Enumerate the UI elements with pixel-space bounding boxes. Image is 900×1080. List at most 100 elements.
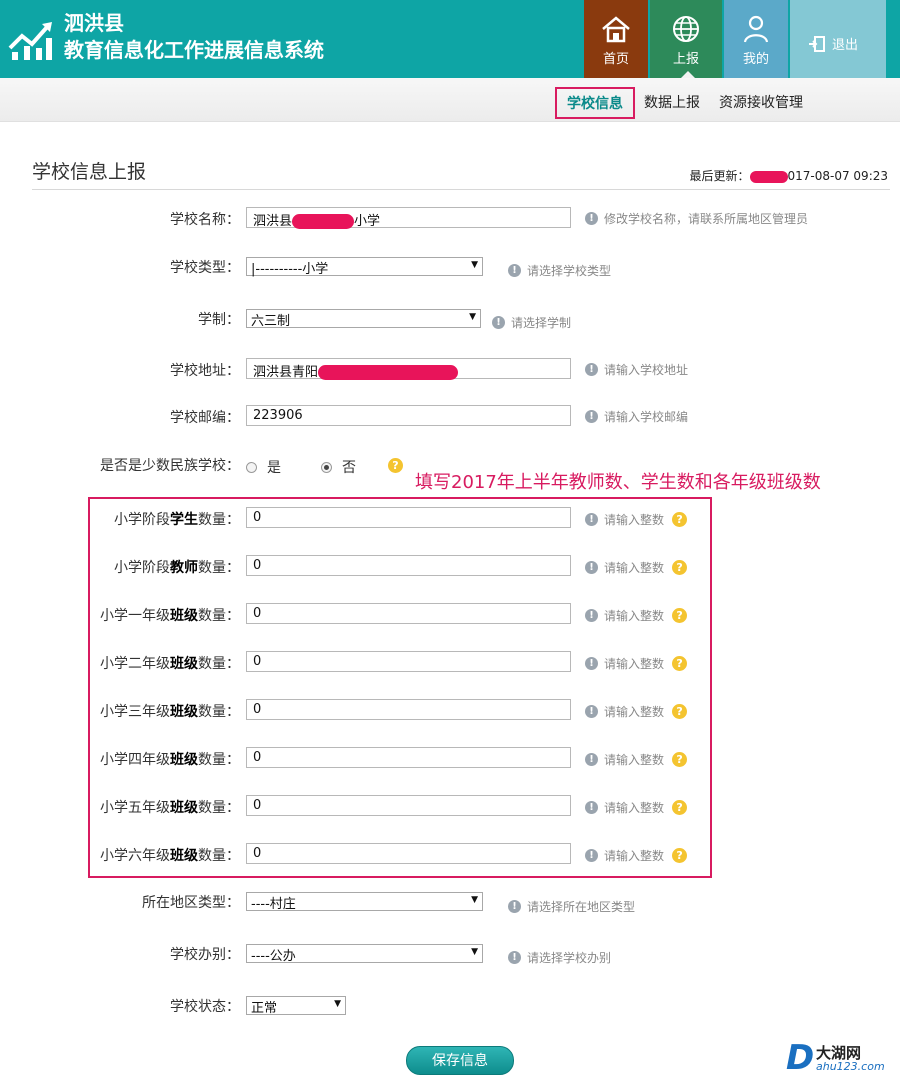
count-input[interactable]: 0 xyxy=(246,555,571,576)
info-icon: ! xyxy=(492,316,505,329)
count-row-label: 小学六年级班级数量： xyxy=(80,845,240,865)
info-icon: ! xyxy=(585,363,598,376)
help-icon[interactable]: ? xyxy=(672,848,688,863)
sub-navigation: 学校信息 数据上报 资源接收管理 xyxy=(0,78,900,122)
school-operation-hint-text: 请选择学校办别 xyxy=(527,951,612,965)
school-type-select[interactable]: |----------小学 ▼ xyxy=(246,257,483,277)
last-update: 最后更新： 017-08-07 09:23 xyxy=(689,167,888,184)
redaction-mark xyxy=(318,365,459,380)
help-icon[interactable]: ? xyxy=(672,704,688,719)
school-zip-hint-text: 请输入学校邮编 xyxy=(604,410,689,424)
count-row-label-keyword: 班级 xyxy=(170,848,198,864)
count-input[interactable]: 0 xyxy=(246,603,571,624)
watermark-letter: D xyxy=(786,1038,815,1078)
school-status-value: 正常 xyxy=(251,1001,278,1016)
info-icon: ! xyxy=(585,410,598,423)
site-title-line1: 泗洪县 xyxy=(64,11,124,35)
school-address-label: 学校地址： xyxy=(170,363,240,379)
nav-home-button[interactable]: 首页 xyxy=(584,0,648,78)
school-name-input[interactable]: 泗洪县 小学 xyxy=(246,207,571,229)
save-button[interactable]: 保存信息 xyxy=(406,1046,514,1075)
count-input[interactable]: 0 xyxy=(246,747,571,768)
site-title: 泗洪县 教育信息化工作进展信息系统 xyxy=(64,10,324,64)
globe-icon xyxy=(673,16,699,42)
count-row-label: 小学阶段学生数量： xyxy=(80,509,240,529)
exit-door-icon xyxy=(809,35,825,52)
nav-mine-label: 我的 xyxy=(742,52,769,67)
subnav-resource-mgmt[interactable]: 资源接收管理 xyxy=(719,92,803,112)
info-icon: ! xyxy=(585,849,598,862)
school-zip-label: 学校邮编： xyxy=(170,410,240,426)
radio-yes[interactable] xyxy=(246,461,257,473)
count-hint-text: 请输入整数 xyxy=(604,753,665,767)
help-icon[interactable]: ? xyxy=(672,752,688,767)
school-system-label: 学制： xyxy=(198,312,240,328)
count-input[interactable]: 0 xyxy=(246,795,571,816)
school-status-label: 学校状态： xyxy=(170,999,240,1015)
school-system-value: 六三制 xyxy=(251,314,291,329)
school-type-value: |----------小学 xyxy=(251,262,329,277)
count-row-label: 小学二年级班级数量： xyxy=(80,653,240,673)
info-icon: ! xyxy=(508,951,521,964)
school-status-select[interactable]: 正常 ▼ xyxy=(246,996,346,1016)
count-hint: ! 请输入整数? xyxy=(585,511,688,528)
region-type-hint-text: 请选择所在地区类型 xyxy=(527,900,636,914)
count-hint: ! 请输入整数? xyxy=(585,751,688,768)
last-update-value: 017-08-07 09:23 xyxy=(787,169,889,183)
region-type-select[interactable]: ----村庄 ▼ xyxy=(246,892,483,912)
count-hint: ! 请输入整数? xyxy=(585,847,688,864)
radio-no[interactable] xyxy=(321,461,332,473)
count-hint-text: 请输入整数 xyxy=(604,561,665,575)
count-row-label-keyword: 班级 xyxy=(170,800,198,816)
info-icon: ! xyxy=(585,561,598,574)
school-name-label: 学校名称： xyxy=(170,212,240,228)
count-input[interactable]: 0 xyxy=(246,843,571,864)
help-icon[interactable]: ? xyxy=(672,560,688,575)
count-input[interactable]: 0 xyxy=(246,507,571,528)
region-type-hint: ! 请选择所在地区类型 xyxy=(508,898,635,915)
count-row-label-suffix: 数量： xyxy=(198,608,240,624)
school-name-hint: ! 修改学校名称，请联系所属地区管理员 xyxy=(585,210,808,227)
school-zip-input[interactable]: 223906 xyxy=(246,405,571,426)
nav-report-button[interactable]: 上报 xyxy=(650,0,722,79)
count-row-label-keyword: 学生 xyxy=(170,512,198,528)
school-type-label: 学校类型： xyxy=(170,260,240,276)
school-address-hint: ! 请输入学校地址 xyxy=(585,361,688,378)
help-icon[interactable]: ? xyxy=(672,512,688,527)
school-name-prefix: 泗洪县 xyxy=(253,214,293,229)
annotation-text: 填写2017年上半年教师数、学生数和各年级班级数 xyxy=(415,472,821,493)
count-input[interactable]: 0 xyxy=(246,651,571,672)
count-row-label-prefix: 小学一年级 xyxy=(100,608,170,624)
school-system-select[interactable]: 六三制 ▼ xyxy=(246,309,481,329)
user-icon xyxy=(743,15,769,43)
count-row-label-prefix: 小学四年级 xyxy=(100,752,170,768)
count-row-label-suffix: 数量： xyxy=(198,704,240,720)
info-icon: ! xyxy=(585,753,598,766)
info-icon: ! xyxy=(585,657,598,670)
watermark-logo: D 大湖网 ahu123.com xyxy=(786,1038,896,1078)
info-icon: ! xyxy=(585,609,598,622)
school-operation-select[interactable]: ----公办 ▼ xyxy=(246,944,483,964)
help-icon[interactable]: ? xyxy=(672,656,688,671)
dropdown-arrow-icon: ▼ xyxy=(334,999,341,1009)
redaction-mark xyxy=(749,170,788,183)
count-row-label-suffix: 数量： xyxy=(198,512,240,528)
nav-exit-button[interactable]: 退出 xyxy=(790,0,886,78)
dropdown-arrow-icon: ▼ xyxy=(471,895,478,905)
count-row-label-suffix: 数量： xyxy=(198,656,240,672)
count-row-label-keyword: 班级 xyxy=(170,656,198,672)
help-icon[interactable]: ? xyxy=(672,800,688,815)
nav-mine-button[interactable]: 我的 xyxy=(724,0,788,78)
school-address-input[interactable]: 泗洪县青阳 xyxy=(246,358,571,380)
help-icon[interactable]: ? xyxy=(672,608,688,623)
subnav-school-info[interactable]: 学校信息 xyxy=(555,87,635,119)
count-input[interactable]: 0 xyxy=(246,699,571,720)
count-row-label-keyword: 班级 xyxy=(170,608,198,624)
home-icon xyxy=(602,16,630,43)
help-icon[interactable]: ? xyxy=(388,458,403,473)
subnav-data-report[interactable]: 数据上报 xyxy=(644,92,700,112)
region-type-value: ----村庄 xyxy=(251,897,296,912)
dropdown-arrow-icon: ▼ xyxy=(471,260,478,270)
count-row-label: 小学阶段教师数量： xyxy=(80,557,240,577)
info-icon: ! xyxy=(585,801,598,814)
